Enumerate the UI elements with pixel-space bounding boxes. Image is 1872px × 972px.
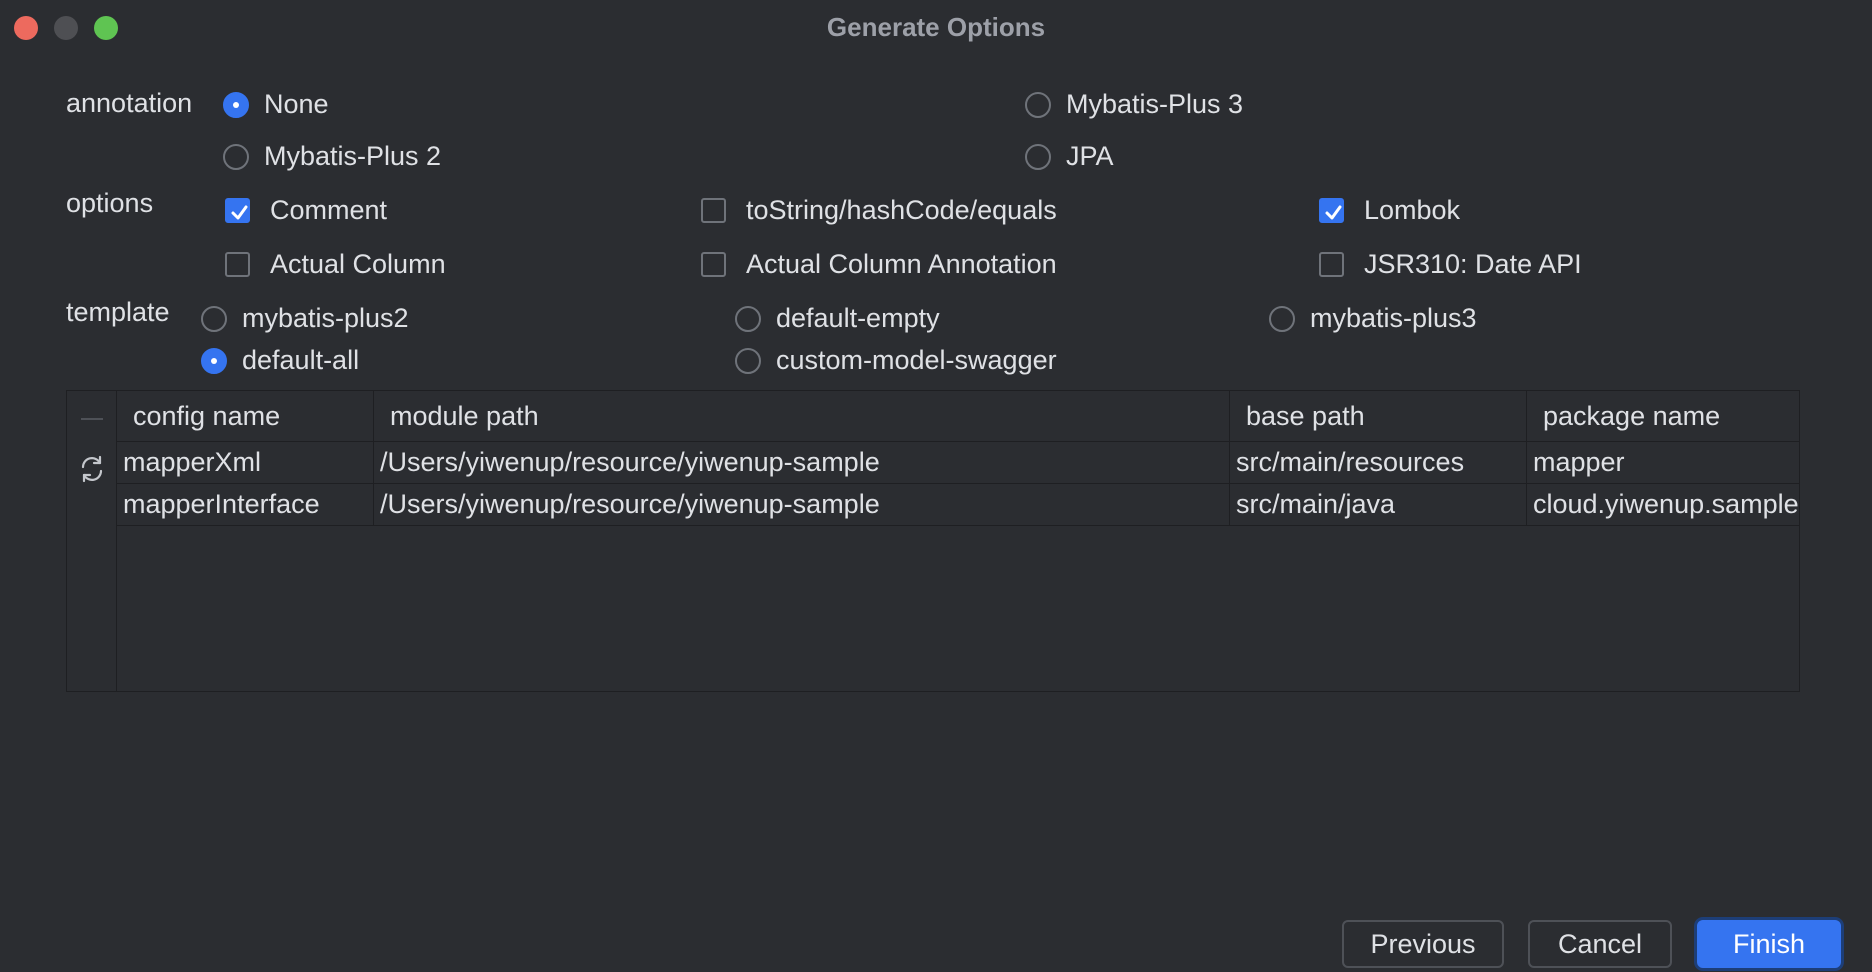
cell-package-name[interactable]: cloud.yiwenup.sample: [1527, 484, 1801, 525]
radio-icon[interactable]: [223, 143, 249, 170]
option-label: Lombok: [1364, 195, 1461, 225]
option-label: Actual Column Annotation: [746, 249, 1057, 279]
template-option-label: mybatis-plus2: [242, 303, 409, 333]
remove-row-icon[interactable]: [81, 418, 103, 420]
option-tostring-hashcode-equals-checkbox[interactable]: toString/hashCode/equals: [701, 195, 1057, 226]
annotation-option-jpa[interactable]: JPA: [1025, 141, 1114, 172]
template-option-custom-model-swagger[interactable]: custom-model-swagger: [735, 345, 1057, 376]
annotation-option-label: Mybatis-Plus 3: [1066, 89, 1244, 119]
annotation-option-mybatis-plus-2[interactable]: Mybatis-Plus 2: [223, 141, 441, 172]
cell-base-path[interactable]: src/main/resources: [1230, 442, 1527, 483]
template-option-label: mybatis-plus3: [1310, 303, 1477, 333]
radio-selected-icon[interactable]: [201, 347, 227, 374]
annotation-option-mybatis-plus-3[interactable]: Mybatis-Plus 3: [1025, 89, 1243, 120]
template-option-label: default-empty: [776, 303, 940, 333]
option-actual-column-annotation-checkbox[interactable]: Actual Column Annotation: [701, 249, 1057, 280]
checkbox-checked-icon[interactable]: [225, 198, 250, 223]
options-label: options: [66, 188, 154, 218]
option-label: toString/hashCode/equals: [746, 195, 1057, 225]
column-header-module-path[interactable]: module path: [374, 391, 1230, 441]
option-label: Comment: [270, 195, 388, 225]
previous-button[interactable]: Previous: [1342, 920, 1504, 968]
annotation-option-label: None: [264, 89, 329, 119]
generate-options-dialog: Generate Options annotation None Mybatis…: [0, 0, 1872, 972]
annotation-label: annotation: [66, 88, 193, 118]
option-label: Actual Column: [270, 249, 446, 279]
cell-base-path[interactable]: src/main/java: [1230, 484, 1527, 525]
cancel-button[interactable]: Cancel: [1528, 920, 1672, 968]
table-toolbar: [67, 391, 117, 691]
annotation-option-none[interactable]: None: [223, 89, 329, 120]
radio-selected-icon[interactable]: [223, 91, 249, 118]
template-option-mybatis-plus3[interactable]: mybatis-plus3: [1269, 303, 1477, 334]
radio-icon[interactable]: [735, 305, 761, 332]
option-comment-checkbox[interactable]: Comment: [225, 195, 387, 226]
radio-icon[interactable]: [735, 347, 761, 374]
radio-icon[interactable]: [1025, 143, 1051, 170]
cell-module-path[interactable]: /Users/yiwenup/resource/yiwenup-sample: [374, 484, 1230, 525]
table-row[interactable]: mapperXml /Users/yiwenup/resource/yiwenu…: [117, 442, 1799, 484]
checkbox-icon[interactable]: [701, 198, 726, 223]
finish-button[interactable]: Finish: [1697, 920, 1841, 968]
cell-config-name[interactable]: mapperXml: [117, 442, 374, 483]
window-title: Generate Options: [826, 12, 1046, 42]
column-header-package-name[interactable]: package name: [1527, 391, 1801, 441]
checkbox-icon[interactable]: [225, 252, 250, 277]
checkbox-checked-icon[interactable]: [1319, 198, 1344, 223]
cell-module-path[interactable]: /Users/yiwenup/resource/yiwenup-sample: [374, 442, 1230, 483]
template-option-label: custom-model-swagger: [776, 345, 1057, 375]
option-actual-column-checkbox[interactable]: Actual Column: [225, 249, 446, 280]
checkbox-icon[interactable]: [1319, 252, 1344, 277]
template-option-label: default-all: [242, 345, 360, 375]
table-header: config name module path base path packag…: [117, 391, 1799, 442]
template-option-mybatis-plus2[interactable]: mybatis-plus2: [201, 303, 409, 334]
option-lombok-checkbox[interactable]: Lombok: [1319, 195, 1460, 226]
annotation-option-label: Mybatis-Plus 2: [264, 141, 442, 171]
table-row[interactable]: mapperInterface /Users/yiwenup/resource/…: [117, 484, 1799, 526]
template-option-default-all[interactable]: default-all: [201, 345, 359, 376]
option-label: JSR310: Date API: [1364, 249, 1582, 279]
refresh-icon[interactable]: [76, 453, 108, 485]
radio-icon[interactable]: [1025, 91, 1051, 118]
config-table: config name module path base path packag…: [66, 390, 1800, 692]
annotation-option-label: JPA: [1066, 141, 1114, 171]
cell-package-name[interactable]: mapper: [1527, 442, 1801, 483]
template-label: template: [66, 297, 170, 327]
checkbox-icon[interactable]: [701, 252, 726, 277]
column-header-config-name[interactable]: config name: [117, 391, 374, 441]
option-jsr310-date-api-checkbox[interactable]: JSR310: Date API: [1319, 249, 1582, 280]
column-header-base-path[interactable]: base path: [1230, 391, 1527, 441]
radio-icon[interactable]: [201, 305, 227, 332]
cell-config-name[interactable]: mapperInterface: [117, 484, 374, 525]
title-bar: Generate Options: [0, 0, 1872, 54]
template-option-default-empty[interactable]: default-empty: [735, 303, 940, 334]
radio-icon[interactable]: [1269, 305, 1295, 332]
